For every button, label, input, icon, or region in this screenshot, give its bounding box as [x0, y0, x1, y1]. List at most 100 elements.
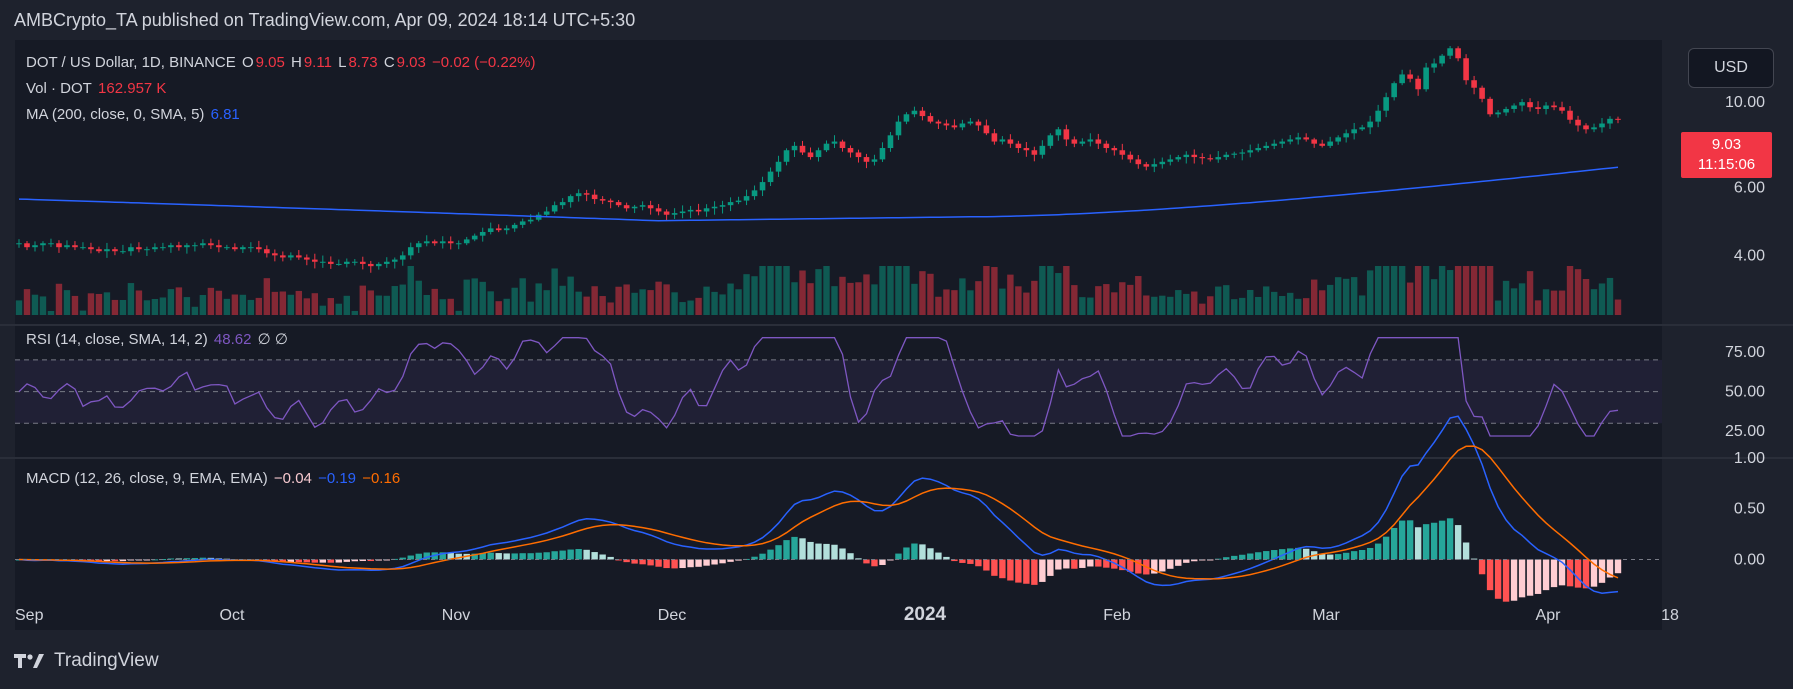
candle: [40, 243, 46, 246]
volume-bar: [959, 278, 966, 315]
candle: [1591, 127, 1597, 130]
candle: [359, 261, 366, 264]
volume-bar: [1167, 296, 1174, 315]
candle: [1607, 118, 1613, 124]
volume-value: 162.957 K: [98, 80, 167, 97]
volume-bar: [423, 294, 430, 315]
volume-bar: [839, 276, 846, 315]
volume-bar: [527, 301, 534, 315]
volume-bar: [903, 266, 910, 315]
candle: [168, 245, 174, 248]
currency-button[interactable]: USD: [1688, 48, 1774, 88]
volume-bar: [1103, 284, 1110, 315]
l-value: 8.73: [348, 54, 378, 71]
candle: [799, 145, 806, 153]
candle: [1583, 125, 1589, 130]
volume-bar: [1606, 277, 1614, 315]
volume-bar: [151, 298, 159, 315]
candle: [655, 208, 662, 212]
candle: [144, 249, 150, 251]
candle: [1599, 123, 1605, 128]
candle: [1071, 139, 1078, 144]
macd-hist-bar: [1406, 520, 1414, 560]
volume-bar: [599, 296, 606, 315]
volume-bar: [719, 294, 726, 315]
last-price-label: 9.03 11:15:06: [1681, 132, 1772, 178]
rsi-value: 48.62: [213, 331, 252, 348]
candle: [320, 261, 326, 263]
volume-bar: [887, 266, 894, 315]
candle: [1183, 154, 1190, 158]
macd-hist-bar: [831, 544, 838, 560]
volume-bar: [879, 266, 886, 315]
candle: [1367, 121, 1373, 128]
macd-hist-bar: [1374, 543, 1382, 560]
candle: [615, 202, 622, 206]
time-tick-label: Feb: [1103, 607, 1131, 624]
macd-hist-bar: [575, 549, 582, 560]
symbol-name: DOT / US Dollar, 1D, BINANCE: [26, 54, 236, 71]
candle: [1511, 105, 1517, 109]
macd-hist-bar: [1502, 559, 1510, 602]
macd-hist-bar: [1159, 559, 1166, 572]
macd-hist-bar: [1239, 554, 1246, 560]
volume-bar: [727, 283, 734, 315]
volume-bar: [583, 296, 590, 315]
macd-tick-label: 0.50: [1734, 501, 1765, 518]
volume-bar: [1302, 298, 1310, 315]
volume-bar: [687, 300, 694, 315]
candle: [256, 247, 262, 250]
candle: [919, 110, 926, 117]
volume-bar: [1374, 266, 1382, 315]
volume-bar: [999, 288, 1006, 315]
macd-hist-bar: [879, 559, 886, 565]
candle: [1519, 102, 1525, 106]
candle: [991, 133, 998, 142]
candle: [527, 219, 534, 222]
macd-hist-bar: [1454, 525, 1462, 560]
time-tick-label: Sep: [15, 607, 44, 624]
volume-bar: [431, 288, 438, 315]
candle: [927, 116, 934, 122]
candle: [1287, 139, 1294, 142]
volume-bar: [383, 295, 390, 315]
volume-bar: [1055, 273, 1062, 315]
candle: [72, 245, 78, 248]
macd-hist-bar: [487, 552, 494, 560]
volume-bar: [143, 300, 151, 315]
macd-tick-label: 1.00: [1734, 450, 1765, 467]
candle: [1239, 152, 1246, 154]
macd-hist-bar: [1518, 559, 1526, 598]
macd-hist-bar: [1534, 559, 1542, 594]
candle: [1615, 118, 1621, 120]
candle: [1007, 139, 1014, 144]
macd-hist-bar: [495, 553, 502, 560]
macd-hist-bar: [991, 559, 998, 576]
volume-bar: [799, 270, 806, 315]
volume-bar: [767, 266, 774, 315]
volume-bar: [1558, 290, 1566, 315]
candle: [1551, 105, 1557, 108]
volume-bar: [1582, 278, 1590, 315]
macd-hist-bar: [1446, 518, 1454, 560]
volume-bar: [671, 292, 678, 315]
candle: [208, 243, 214, 246]
time-tick-label: Mar: [1312, 607, 1340, 624]
candle: [336, 263, 342, 265]
volume-bar: [615, 286, 622, 315]
candle: [951, 125, 958, 128]
change-value: −0.02 (−0.22%): [432, 54, 536, 71]
macd-hist-bar: [1183, 559, 1190, 563]
volume-bar: [1015, 286, 1022, 315]
candle: [80, 247, 86, 249]
macd-hist-bar: [1263, 551, 1270, 560]
volume-bar: [1358, 295, 1366, 315]
volume-bar: [863, 274, 870, 315]
volume-bar: [1430, 279, 1438, 315]
footer: TradingView: [14, 650, 159, 672]
volume-bar: [351, 310, 358, 315]
candle: [240, 247, 246, 250]
rsi-extra: ∅ ∅: [257, 331, 288, 348]
macd-hist-bar: [1231, 555, 1238, 560]
volume-bar: [183, 297, 191, 315]
